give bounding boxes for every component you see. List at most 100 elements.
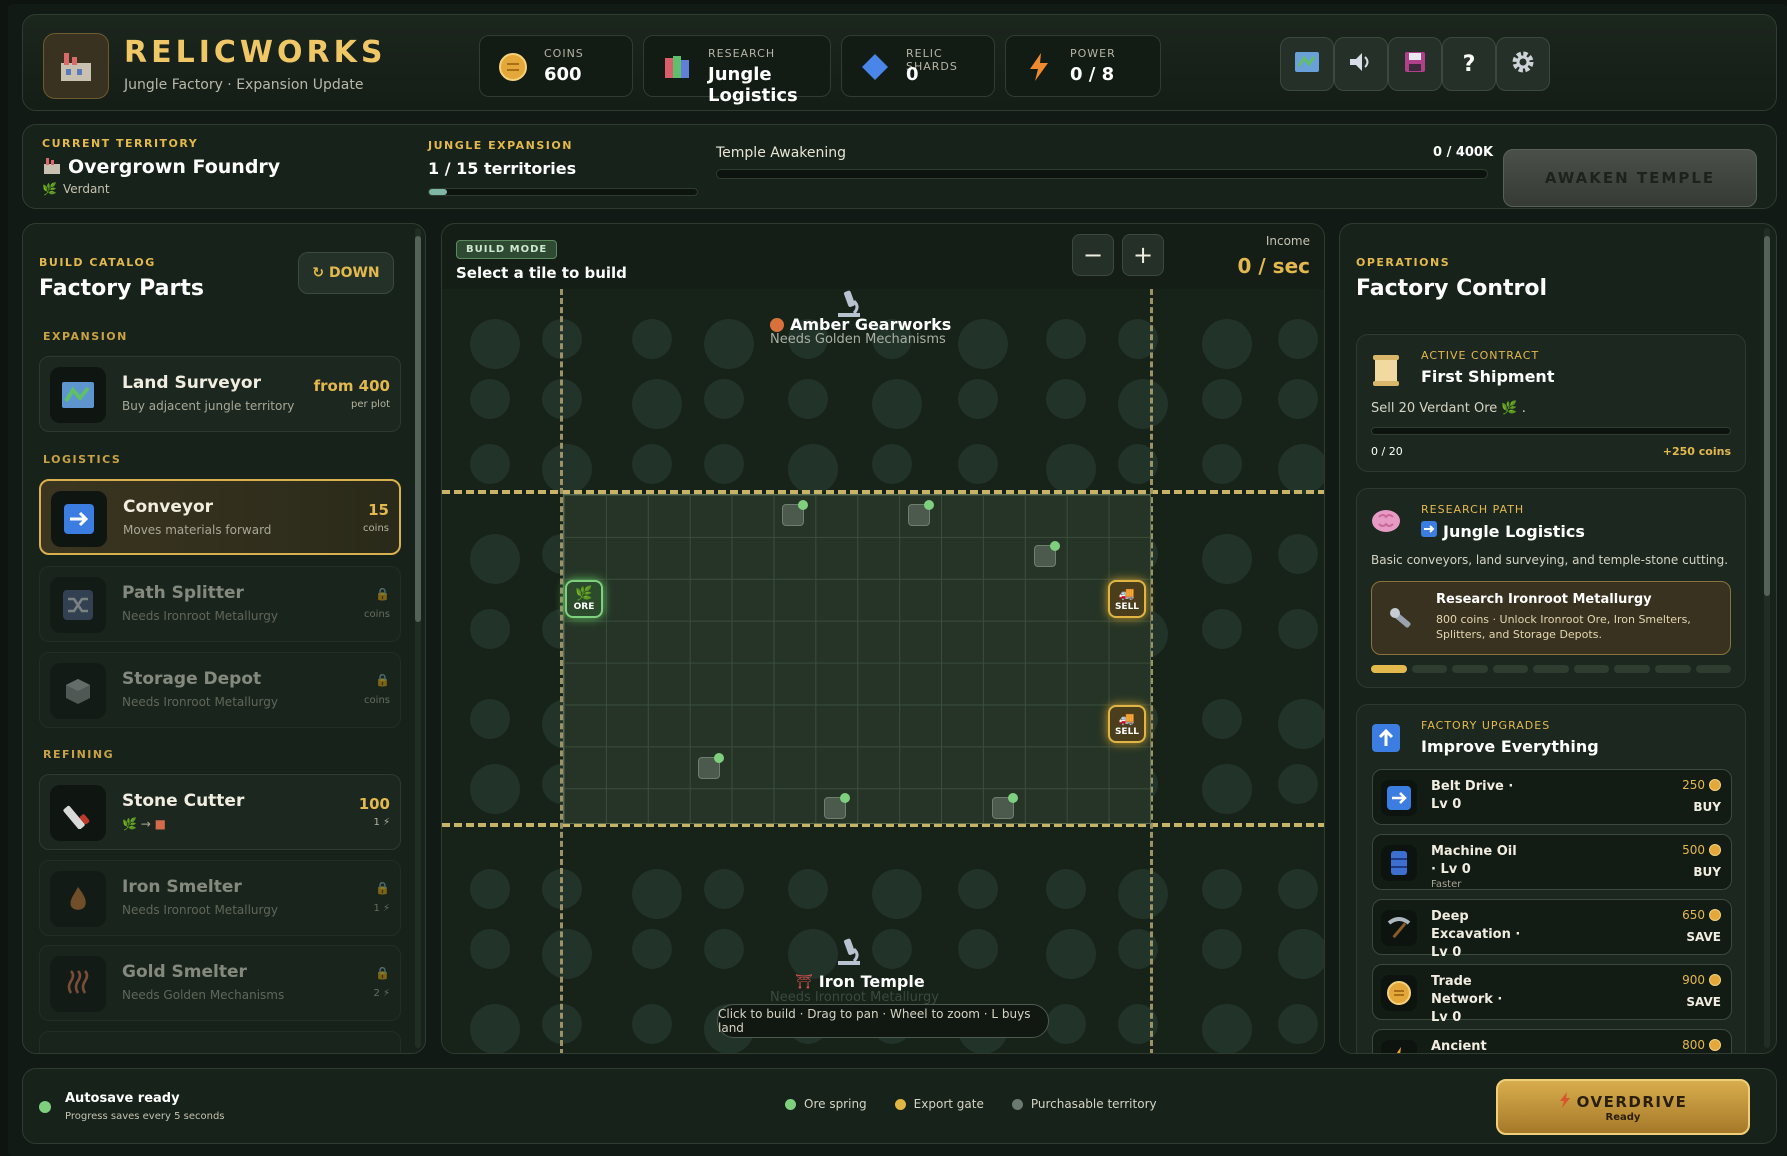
owned-territory-grid[interactable] [563, 494, 1151, 824]
jungle-tree [632, 869, 682, 919]
sort-down-button[interactable]: ↻ DOWN [298, 252, 394, 294]
coin-icon [1709, 974, 1721, 986]
ore-spring-tile[interactable]: 🌿 ORE [565, 580, 603, 618]
biome-tag: 🌿 Verdant [42, 182, 110, 196]
research-path-desc: Basic conveyors, land surveying, and tem… [1371, 553, 1729, 567]
settings-button[interactable] [1496, 37, 1550, 91]
catalog-item-stone-cutter[interactable]: Stone Cutter 🌿 → ■ 100 1 ⚡ [39, 774, 401, 850]
app-subtitle: Jungle Factory · Expansion Update [124, 77, 364, 93]
ore-node[interactable] [782, 500, 808, 526]
research-step [1492, 665, 1529, 673]
contract-desc: Sell 20 Verdant Ore 🌿 . [1371, 401, 1526, 416]
jungle-tree [1202, 444, 1242, 484]
item-unit: per plot [351, 399, 390, 410]
build-mode-text: Select a tile to build [456, 264, 627, 282]
zoom-in-button[interactable]: + [1122, 234, 1164, 276]
upgrade-price-value: 800 [1682, 1038, 1705, 1052]
operations-scroll-thumb[interactable] [1764, 236, 1770, 596]
arrow-right-icon [1381, 780, 1417, 816]
upgrade-name: Machine Oil · Lv 0 [1431, 844, 1517, 877]
jungle-tree [632, 929, 672, 969]
catalog-label: BUILD CATALOG [39, 256, 156, 269]
shards-value: 0 [906, 64, 919, 85]
item-unit: coins [363, 523, 389, 534]
item-desc: Needs Ironroot Metallurgy [122, 695, 278, 709]
active-contract-card: ACTIVE CONTRACT First Shipment Sell 20 V… [1356, 334, 1746, 472]
item-desc: Moves materials forward [123, 523, 272, 537]
upgrade-buy-button[interactable]: BUY [1693, 800, 1721, 814]
saw-icon [50, 785, 106, 841]
save-button[interactable] [1388, 37, 1442, 91]
zoom-out-button[interactable]: − [1072, 234, 1114, 276]
controls-hint: Click to build · Drag to pan · Wheel to … [717, 1004, 1049, 1038]
arrow-right-icon [51, 491, 107, 547]
coins-label: COINS [544, 47, 584, 60]
catalog-item-storage-depot[interactable]: Storage Depot Needs Ironroot Metallurgy … [39, 652, 401, 728]
upgrade-price-value: 900 [1682, 973, 1705, 987]
map-viewport[interactable]: 🌿 ORE 🚚 SELL 🚚 SELL Amber Gearworks Needs G… [442, 289, 1324, 1053]
export-gate-tile[interactable]: 🚚 SELL [1108, 705, 1146, 743]
jungle-tree [1202, 1004, 1252, 1053]
catalog-scrollbar[interactable] [415, 228, 421, 1048]
ore-node[interactable] [1034, 541, 1060, 567]
upgrade-price: 250 [1682, 778, 1721, 792]
catalog-item-gold-smelter[interactable]: Gold Smelter Needs Golden Mechanisms 🔒 2… [39, 945, 401, 1021]
research-path-title-row: Jungle Logistics [1421, 521, 1585, 541]
research-step [1654, 665, 1691, 673]
expansion-value: 1 / 15 territories [428, 159, 577, 178]
catalog-item-land-surveyor[interactable]: Land Surveyor Buy adjacent jungle territ… [39, 356, 401, 432]
awaken-temple-button[interactable]: AWAKEN TEMPLE [1503, 149, 1757, 207]
upgrade-machine-oil[interactable]: Machine Oil · Lv 0 Faster 500 BUY [1372, 834, 1732, 890]
item-name: Land Surveyor [122, 373, 261, 393]
upgrade-deep-excavation[interactable]: Deep Excavation · Lv 0 650 SAVE [1372, 899, 1732, 960]
territory-name: Overgrown Foundry [68, 156, 281, 178]
catalog-item-path-splitter[interactable]: Path Splitter Needs Ironroot Metallurgy … [39, 566, 401, 642]
jungle-tree [470, 1004, 520, 1053]
shuffle-icon [50, 577, 106, 633]
ore-node[interactable] [908, 500, 934, 526]
catalog-scroll-thumb[interactable] [415, 236, 421, 622]
research-next-title: Research Ironroot Metallurgy [1436, 592, 1652, 607]
export-gate-tile[interactable]: 🚚 SELL [1108, 580, 1146, 618]
item-desc: Needs Ironroot Metallurgy [122, 903, 278, 917]
map-button[interactable] [1280, 37, 1334, 91]
ore-node[interactable] [824, 793, 850, 819]
upgrade-save-button[interactable]: SAVE [1686, 930, 1721, 944]
legend-territory-dot [1011, 1098, 1023, 1110]
upgrade-buy-button[interactable]: BUY [1693, 865, 1721, 879]
catalog-item-partial[interactable] [39, 1031, 401, 1053]
south-locked-territory[interactable]: ⛩ Iron Temple [795, 972, 925, 991]
catalog-title: Factory Parts [39, 276, 204, 301]
upgrade-price: 900 [1682, 973, 1721, 987]
catalog-item-conveyor[interactable]: Conveyor Moves materials forward 15 coin… [39, 479, 401, 555]
research-next-button[interactable]: Research Ironroot Metallurgy 800 coins ·… [1371, 581, 1731, 655]
status-footer: Autosave ready Progress saves every 5 se… [22, 1068, 1777, 1144]
truck-icon: 🚚 [1118, 586, 1136, 602]
research-step [1452, 665, 1488, 673]
sound-button[interactable] [1334, 37, 1388, 91]
upgrade-ancient[interactable]: Ancient 800 [1372, 1029, 1732, 1053]
legend-ore-dot [785, 1098, 796, 1110]
income-value: 0 / sec [1237, 254, 1310, 278]
ore-node[interactable] [698, 753, 724, 779]
help-button[interactable]: ? [1442, 37, 1496, 91]
coin-icon [1381, 975, 1417, 1011]
ore-node[interactable] [992, 793, 1018, 819]
overdrive-button[interactable]: OVERDRIVE Ready [1496, 1079, 1750, 1135]
jungle-tree [1202, 379, 1242, 419]
jungle-tree [958, 929, 998, 969]
crate-icon [50, 663, 106, 719]
jungle-tree [1202, 609, 1242, 649]
upgrade-belt-drive[interactable]: Belt Drive · Lv 0 250 BUY [1372, 769, 1732, 825]
contract-title: First Shipment [1421, 367, 1555, 386]
upgrade-save-button[interactable]: SAVE [1686, 995, 1721, 1009]
oil-barrel-icon [1381, 845, 1417, 881]
floppy-icon [1403, 50, 1427, 78]
jungle-tree [1046, 929, 1096, 979]
research-steps [1371, 665, 1732, 673]
catalog-item-iron-smelter[interactable]: Iron Smelter Needs Ironroot Metallurgy 🔒… [39, 860, 401, 936]
upgrade-trade-network[interactable]: Trade Network · Lv 0 900 SAVE [1372, 964, 1732, 1025]
jungle-tree [704, 379, 744, 419]
operations-scrollbar[interactable] [1764, 228, 1770, 1048]
upgrade-price: 500 [1682, 843, 1721, 857]
